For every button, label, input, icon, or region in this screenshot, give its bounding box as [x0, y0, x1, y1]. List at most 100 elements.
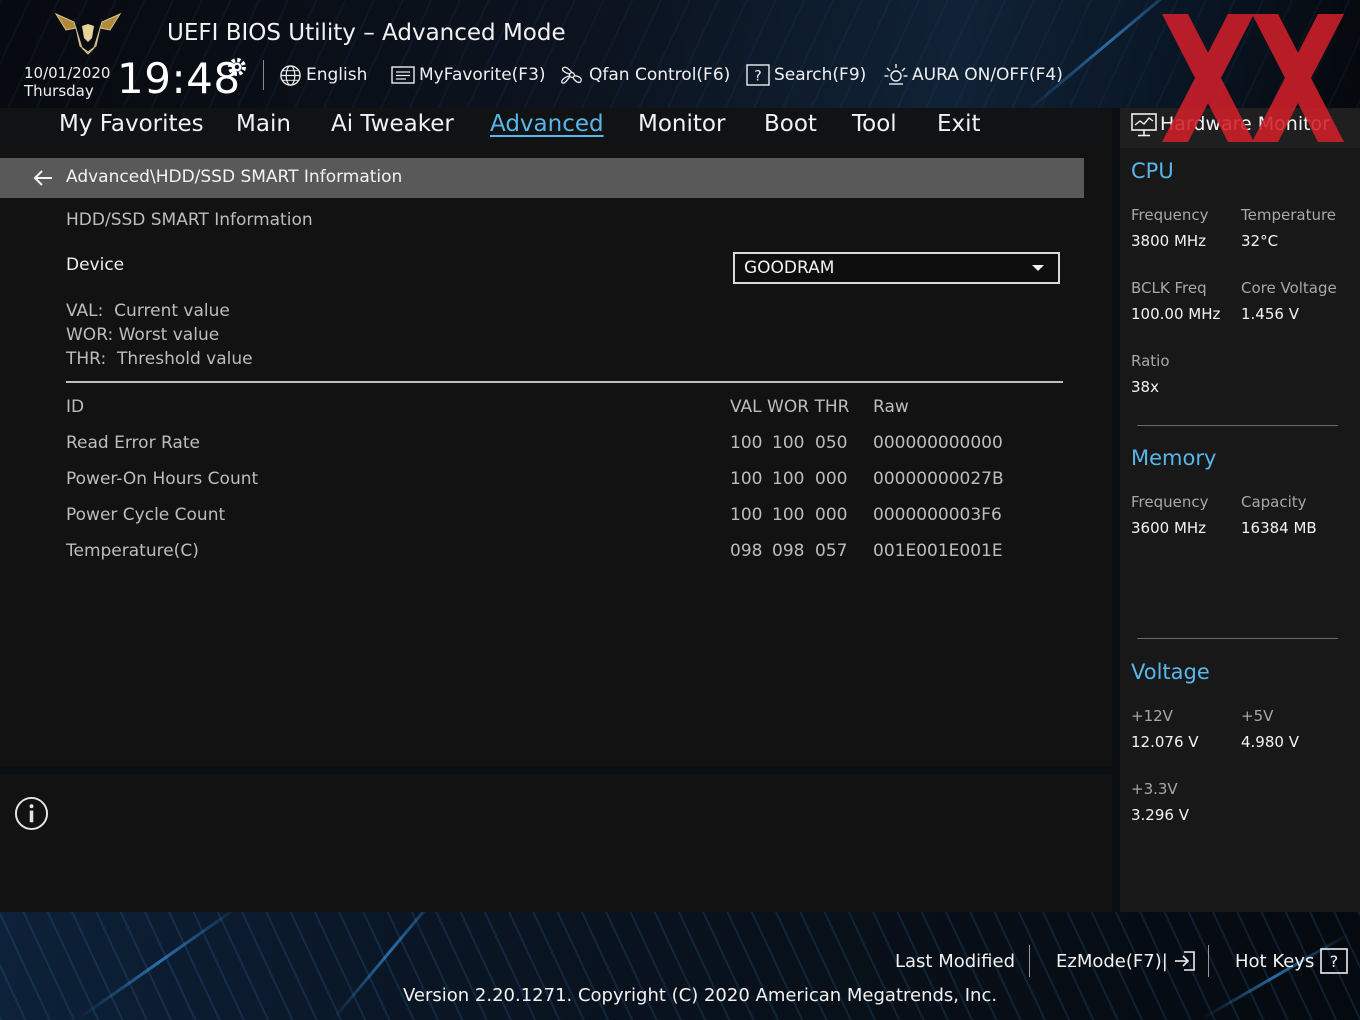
memory-section-title: Memory [1131, 446, 1217, 470]
v33-value: 3.296 V [1131, 806, 1189, 824]
main-panel [0, 148, 1112, 766]
row-raw: 001E001E001E [873, 541, 1003, 561]
tab-boot[interactable]: Boot [764, 111, 817, 137]
table-header-values: VAL WOR THR [730, 397, 850, 417]
cpu-temperature-label: Temperature [1241, 206, 1337, 224]
row-raw: 00000000027B [873, 469, 1004, 489]
legend-thr: THR: Threshold value [66, 349, 253, 369]
tab-my-favorites[interactable]: My Favorites [59, 111, 204, 137]
table-header-id: ID [66, 397, 85, 417]
aura-light-icon [884, 64, 908, 85]
ezmode-label: EzMode(F7)| [1056, 950, 1168, 972]
header-divider [263, 60, 264, 90]
v5-label: +5V [1241, 707, 1274, 725]
app-title: UEFI BIOS Utility – Advanced Mode [167, 20, 566, 46]
device-label: Device [66, 255, 125, 275]
row-id: Read Error Rate [66, 433, 200, 453]
section-divider [1137, 425, 1338, 426]
row-thr: 000 [815, 469, 848, 489]
footer-divider [1029, 945, 1030, 977]
last-modified-label: Last Modified [895, 950, 1016, 972]
qfan-label: Qfan Control(F6) [589, 65, 731, 85]
v5-value: 4.980 V [1241, 733, 1299, 751]
monitor-icon [1131, 113, 1157, 137]
myfavorite-label: MyFavorite(F3) [419, 65, 546, 85]
memory-capacity-label: Capacity [1241, 493, 1307, 511]
version-copyright: Version 2.20.1271. Copyright (C) 2020 Am… [403, 985, 998, 1006]
globe-icon [280, 64, 301, 86]
row-val: 100 [730, 433, 763, 453]
breadcrumb-path: Advanced\HDD/SSD SMART Information [66, 167, 403, 187]
chevron-down-icon [1032, 265, 1044, 271]
last-modified-button[interactable]: Last Modified [895, 948, 1015, 974]
row-id: Temperature(C) [66, 541, 199, 561]
help-panel [0, 774, 1112, 912]
row-wor: 100 [772, 469, 805, 489]
row-val: 100 [730, 505, 763, 525]
core-voltage-value: 1.456 V [1241, 305, 1299, 323]
myfavorite-button[interactable]: MyFavorite(F3) [391, 62, 546, 88]
device-select-value: GOODRAM [744, 258, 835, 278]
row-wor: 100 [772, 433, 805, 453]
aura-button[interactable]: AURA ON/OFF(F4) [884, 62, 1063, 88]
tab-exit[interactable]: Exit [937, 111, 981, 137]
table-header-raw: Raw [873, 397, 909, 417]
cpu-frequency-label: Frequency [1131, 206, 1209, 224]
row-wor: 098 [772, 541, 805, 561]
language-button[interactable]: English [279, 62, 367, 88]
hotkeys-button[interactable]: Hot Keys ? [1235, 948, 1349, 974]
v12-label: +12V [1131, 707, 1173, 725]
row-val: 100 [730, 469, 763, 489]
exit-arrow-icon [1174, 951, 1195, 971]
memory-frequency-value: 3600 MHz [1131, 519, 1207, 537]
back-arrow-icon[interactable] [32, 167, 54, 189]
memory-frequency-label: Frequency [1131, 493, 1209, 511]
tab-ai-tweaker[interactable]: Ai Tweaker [331, 111, 454, 137]
ezmode-button[interactable]: EzMode(F7)| [1056, 948, 1196, 974]
gear-icon[interactable] [225, 55, 249, 79]
row-id: Power Cycle Count [66, 505, 226, 525]
tab-main[interactable]: Main [236, 111, 291, 137]
device-select[interactable]: GOODRAM [733, 252, 1060, 284]
divider [66, 381, 1063, 383]
row-thr: 057 [815, 541, 848, 561]
row-wor: 100 [772, 505, 805, 525]
breadcrumb[interactable]: Advanced\HDD/SSD SMART Information [0, 158, 1084, 198]
search-button[interactable]: ? Search(F9) [746, 62, 866, 88]
footer-divider [1208, 945, 1209, 977]
search-label: Search(F9) [774, 65, 867, 85]
cpu-frequency-value: 3800 MHz [1131, 232, 1207, 250]
qfan-button[interactable]: Qfan Control(F6) [559, 62, 730, 88]
tuf-logo [54, 12, 122, 55]
fan-icon [561, 66, 582, 84]
tab-tool[interactable]: Tool [852, 111, 897, 137]
date-value: 10/01/2020 [24, 64, 111, 82]
ratio-value: 38x [1131, 378, 1159, 396]
ratio-label: Ratio [1131, 352, 1170, 370]
tab-advanced[interactable]: Advanced [490, 111, 604, 137]
aura-label: AURA ON/OFF(F4) [912, 65, 1063, 85]
core-voltage-label: Core Voltage [1241, 279, 1337, 297]
help-icon: ? [1320, 948, 1349, 974]
row-val: 098 [730, 541, 763, 561]
favorite-list-icon [391, 66, 415, 84]
section-divider [1137, 638, 1338, 639]
info-icon [14, 796, 49, 831]
bclk-label: BCLK Freq [1131, 279, 1207, 297]
row-raw: 000000000000 [873, 433, 1003, 453]
v12-value: 12.076 V [1131, 733, 1199, 751]
row-thr: 050 [815, 433, 848, 453]
svg-text:?: ? [754, 69, 761, 85]
v33-label: +3.3V [1131, 780, 1178, 798]
hardware-monitor-title: Hardware Monitor [1160, 113, 1330, 135]
row-thr: 000 [815, 505, 848, 525]
tab-monitor[interactable]: Monitor [638, 111, 725, 137]
date-display: 10/01/2020 Thursday [24, 64, 110, 100]
voltage-section-title: Voltage [1131, 660, 1210, 684]
svg-text:?: ? [1330, 952, 1339, 971]
bclk-value: 100.00 MHz [1131, 305, 1221, 323]
legend-val: VAL: Current value [66, 301, 230, 321]
row-id: Power-On Hours Count [66, 469, 259, 489]
language-label: English [306, 65, 368, 85]
memory-capacity-value: 16384 MB [1241, 519, 1317, 537]
